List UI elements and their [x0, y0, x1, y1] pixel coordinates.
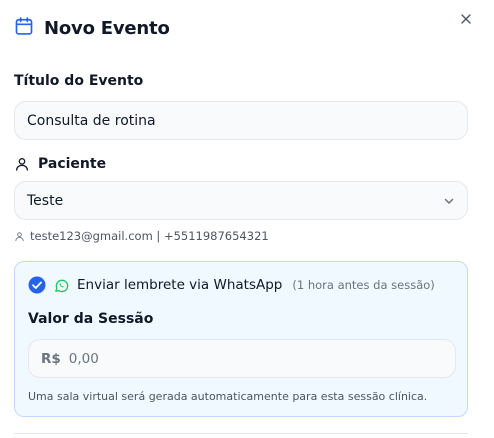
patient-contact-text: teste123@gmail.com | +5511987654321	[30, 229, 269, 243]
session-value-input[interactable]: R$ 0,00	[28, 339, 456, 378]
patient-contact: teste123@gmail.com | +5511987654321	[14, 229, 269, 243]
check-circle-icon	[28, 276, 46, 294]
event-title-value: Consulta de rotina	[27, 112, 156, 129]
user-icon	[16, 158, 28, 171]
new-event-dialog: Novo Evento Título do Evento Consulta de…	[0, 0, 494, 438]
session-value-label: Valor da Sessão	[28, 311, 154, 327]
close-button[interactable]	[460, 10, 474, 24]
calendar-icon	[14, 16, 34, 40]
chevron-down-icon	[444, 198, 454, 204]
dialog-header: Novo Evento	[14, 16, 170, 40]
user-icon	[15, 231, 24, 241]
patient-label-row: Paciente	[14, 156, 106, 172]
dialog-title: Novo Evento	[44, 17, 170, 39]
event-title-input[interactable]: Consulta de rotina	[14, 101, 468, 140]
whatsapp-reminder-row: Enviar lembrete via WhatsApp (1 hora ant…	[28, 276, 435, 294]
close-icon	[461, 14, 471, 24]
virtual-room-note: Uma sala virtual será gerada automaticam…	[28, 390, 428, 403]
currency-symbol: R$	[41, 350, 61, 367]
patient-selected-value: Teste	[27, 192, 64, 209]
reminder-checkbox[interactable]	[28, 276, 46, 294]
reminder-card: Enviar lembrete via WhatsApp (1 hora ant…	[14, 261, 468, 417]
reminder-hint: (1 hora antes da sessão)	[292, 278, 435, 292]
patient-select[interactable]: Teste	[14, 181, 468, 220]
reminder-text: Enviar lembrete via WhatsApp	[77, 277, 283, 293]
event-title-label: Título do Evento	[14, 73, 144, 89]
session-value-placeholder: 0,00	[68, 350, 99, 367]
divider	[14, 433, 468, 434]
patient-label: Paciente	[38, 156, 107, 172]
whatsapp-icon	[55, 279, 69, 292]
